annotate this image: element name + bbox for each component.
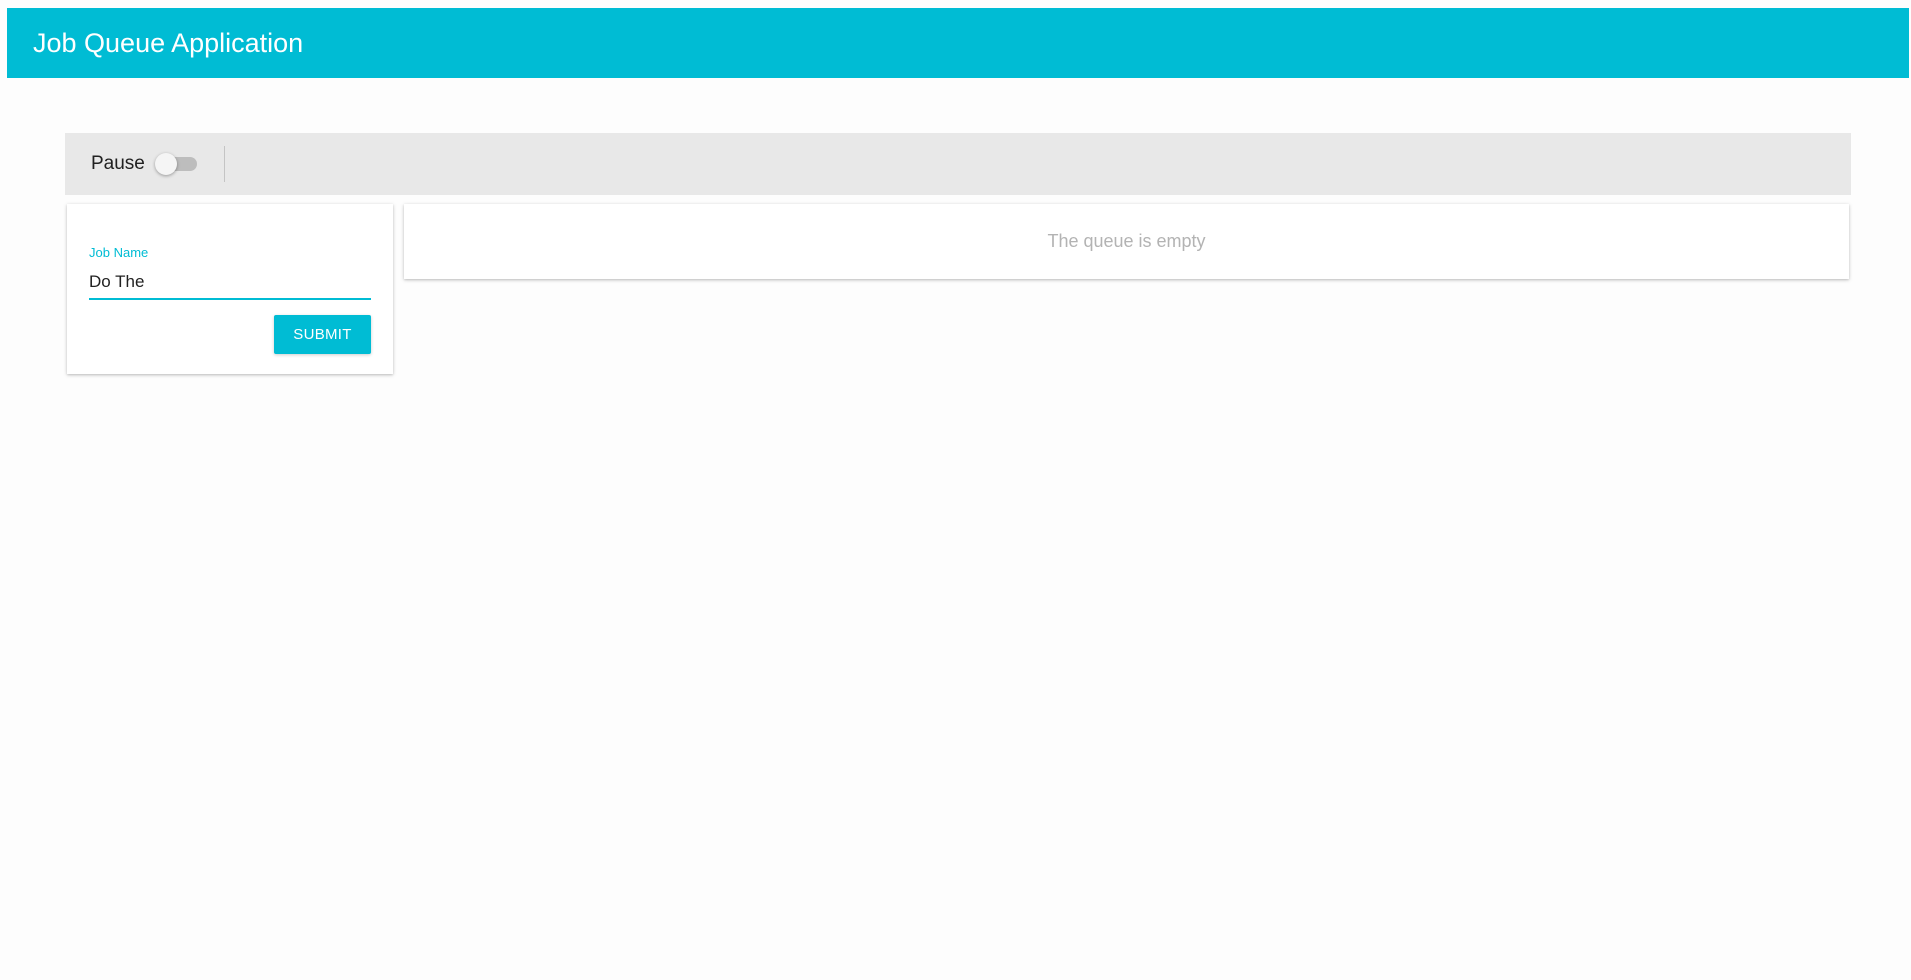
submit-button[interactable]: SUBMIT <box>274 315 371 354</box>
queue-empty-message: The queue is empty <box>1047 231 1206 251</box>
pause-toggle[interactable] <box>154 151 199 177</box>
pause-label: Pause <box>91 153 145 174</box>
job-form-card: Job Name SUBMIT <box>67 204 393 374</box>
app-title: Job Queue Application <box>33 27 304 58</box>
toolbar: Pause <box>65 133 1851 195</box>
job-name-label: Job Name <box>89 245 149 260</box>
queue-card: The queue is empty <box>404 204 1849 279</box>
toolbar-divider <box>223 146 225 182</box>
job-name-input[interactable] <box>89 266 371 300</box>
pause-toggle-thumb[interactable] <box>154 153 177 175</box>
app-bar: Job Queue Application <box>7 8 1909 78</box>
